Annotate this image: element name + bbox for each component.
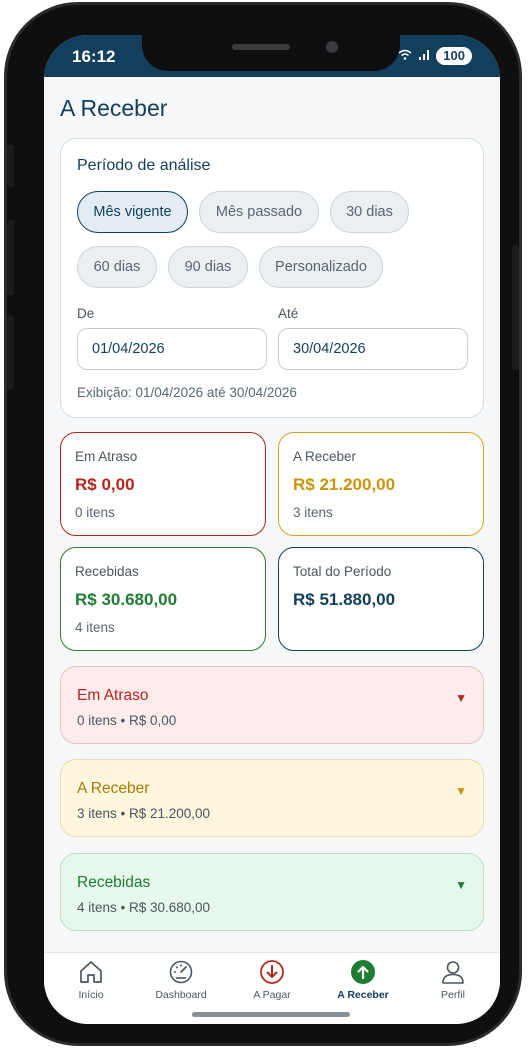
arrow-down-circle-icon	[227, 959, 317, 985]
notch	[142, 35, 400, 71]
de-label: De	[77, 306, 95, 321]
nav-label: Início	[78, 989, 104, 1001]
section-a-receber[interactable]: A Receber 3 itens • R$ 21.200,00 ▼	[60, 759, 484, 837]
ate-date-value: 30/04/2026	[293, 341, 366, 357]
user-icon	[408, 959, 498, 985]
stat-value: R$ 51.880,00	[293, 590, 396, 609]
chevron-down-icon[interactable]: ▼	[455, 878, 467, 892]
ate-label: Até	[278, 306, 299, 321]
chip-30-dias[interactable]: 30 dias	[330, 191, 409, 233]
phone-frame: 16:12 100 A Receber Período de análise M…	[4, 2, 522, 1046]
stat-count: 4 itens	[75, 620, 115, 635]
battery-indicator: 100	[436, 47, 472, 65]
nav-inicio[interactable]: Início	[46, 959, 136, 1001]
de-date-input[interactable]: 01/04/2026	[77, 328, 267, 370]
section-recebidas[interactable]: Recebidas 4 itens • R$ 30.680,00 ▼	[60, 853, 484, 931]
stat-card-em-atraso[interactable]: Em Atraso R$ 0,00 0 itens	[60, 432, 266, 536]
chip-mes-vigente[interactable]: Mês vigente	[77, 191, 188, 233]
section-title: A Receber	[77, 780, 150, 797]
status-bar: 16:12 100	[44, 35, 500, 77]
stat-label: A Receber	[293, 449, 357, 464]
stat-count: 0 itens	[75, 505, 115, 520]
chip-mes-passado[interactable]: Mês passado	[199, 191, 319, 233]
stat-card-recebidas[interactable]: Recebidas R$ 30.680,00 4 itens	[60, 547, 266, 651]
gauge-icon	[136, 959, 226, 985]
app-screen: 16:12 100 A Receber Período de análise M…	[44, 35, 500, 1024]
periodo-card: Período de análise Mês vigente Mês passa…	[60, 138, 484, 418]
stat-label: Total do Período	[293, 564, 392, 579]
nav-a-pagar[interactable]: A Pagar	[227, 959, 317, 1001]
section-summary: 4 itens • R$ 30.680,00	[77, 900, 211, 915]
front-camera	[326, 41, 338, 53]
chevron-down-icon[interactable]: ▼	[455, 784, 467, 798]
ate-date-input[interactable]: 30/04/2026	[278, 328, 468, 370]
exibicao-text: Exibição: 01/04/2026 até 30/04/2026	[77, 385, 297, 400]
chevron-down-icon[interactable]: ▼	[455, 691, 467, 705]
stat-value: R$ 30.680,00	[75, 590, 178, 609]
stat-count: 3 itens	[293, 505, 333, 520]
volume-up-button	[7, 220, 14, 295]
page-title: A Receber	[60, 95, 168, 121]
stat-value: R$ 21.200,00	[293, 475, 396, 494]
mute-switch	[7, 145, 14, 187]
section-em-atraso[interactable]: Em Atraso 0 itens • R$ 0,00 ▼	[60, 666, 484, 744]
stat-value: R$ 0,00	[75, 475, 135, 494]
chip-90-dias[interactable]: 90 dias	[168, 246, 248, 288]
section-summary: 0 itens • R$ 0,00	[77, 713, 177, 728]
speaker	[232, 44, 290, 50]
volume-down-button	[7, 315, 14, 390]
status-time: 16:12	[72, 47, 116, 66]
chip-60-dias[interactable]: 60 dias	[77, 246, 157, 288]
arrow-up-circle-icon	[318, 959, 408, 985]
nav-perfil[interactable]: Perfil	[408, 959, 498, 1001]
signal-icon	[418, 49, 430, 64]
power-button	[512, 245, 519, 370]
section-summary: 3 itens • R$ 21.200,00	[77, 806, 211, 821]
nav-label: A Receber	[337, 989, 389, 1001]
chip-personalizado[interactable]: Personalizado	[259, 246, 383, 288]
stat-label: Recebidas	[75, 564, 139, 579]
home-indicator[interactable]	[192, 1012, 350, 1017]
section-title: Recebidas	[77, 874, 151, 891]
nav-label: Perfil	[441, 989, 465, 1001]
stat-label: Em Atraso	[75, 449, 138, 464]
periodo-title: Período de análise	[77, 157, 211, 174]
section-title: Em Atraso	[77, 687, 149, 704]
nav-label: Dashboard	[155, 989, 207, 1001]
nav-dashboard[interactable]: Dashboard	[136, 959, 226, 1001]
home-icon	[46, 959, 136, 985]
battery-level: 100	[443, 48, 465, 63]
nav-label: A Pagar	[253, 989, 291, 1001]
de-date-value: 01/04/2026	[92, 341, 165, 357]
stat-card-a-receber[interactable]: A Receber R$ 21.200,00 3 itens	[278, 432, 484, 536]
system-icons: 100	[398, 47, 472, 65]
wifi-icon	[398, 49, 412, 64]
nav-a-receber[interactable]: A Receber	[318, 959, 408, 1001]
stat-card-total[interactable]: Total do Período R$ 51.880,00	[278, 547, 484, 651]
